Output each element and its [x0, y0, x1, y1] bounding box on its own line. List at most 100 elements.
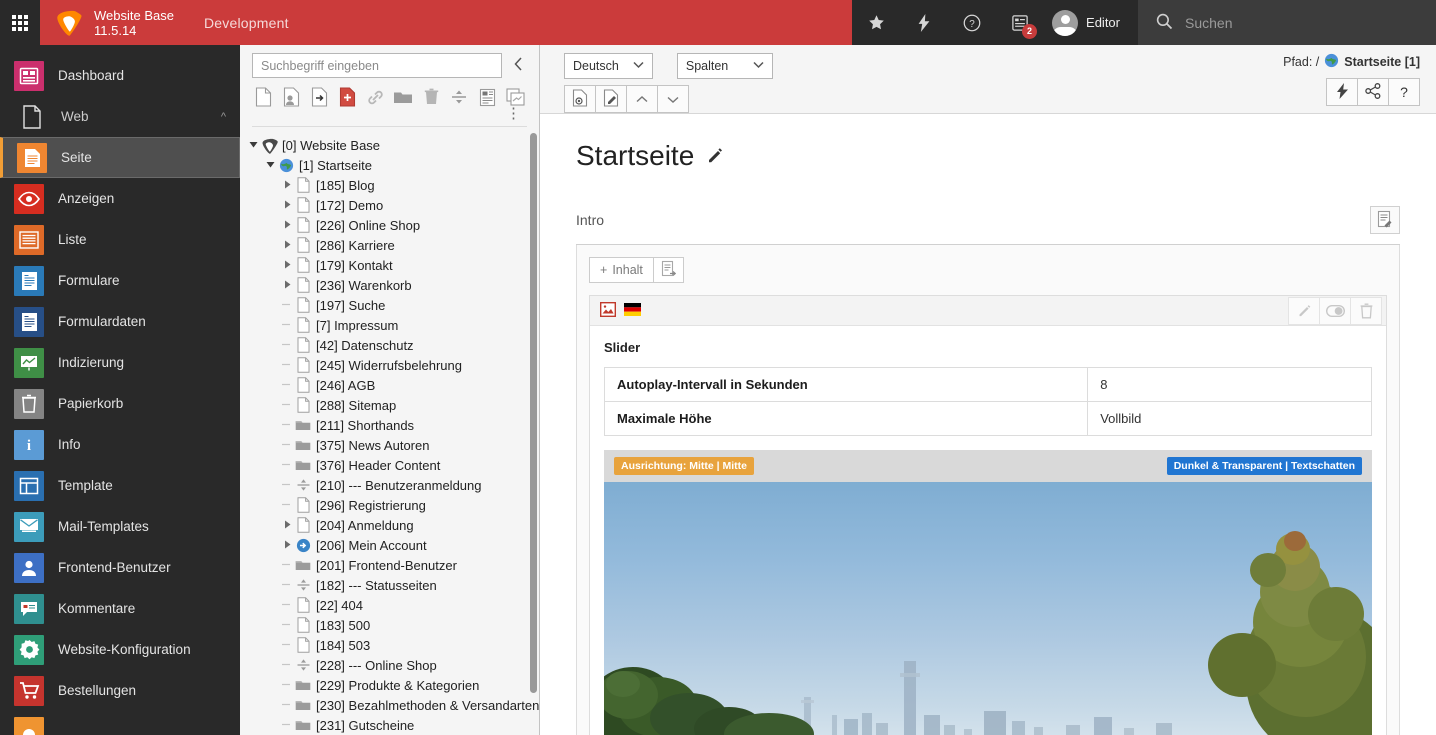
divider-icon [294, 658, 312, 672]
tree-item[interactable]: [228] --- Online Shop [240, 655, 539, 675]
tree-item[interactable]: [197] Suche [240, 295, 539, 315]
share-button[interactable] [1357, 78, 1389, 106]
site-title-block: Website Base 11.5.14 [94, 8, 174, 38]
page-tree-scrollbar[interactable] [530, 133, 537, 693]
language-select[interactable]: Deutsch [564, 53, 653, 79]
tree-item[interactable]: [211] Shorthands [240, 415, 539, 435]
module-menu-toggle-button[interactable] [0, 0, 40, 45]
tree-toggle-closed[interactable] [280, 180, 294, 191]
tree-item[interactable]: [184] 503 [240, 635, 539, 655]
page-move-icon[interactable] [308, 84, 332, 110]
tree-item[interactable]: [7] Impressum [240, 315, 539, 335]
tree-item[interactable]: [376] Header Content [240, 455, 539, 475]
edit-page-properties-button[interactable] [595, 85, 627, 113]
global-search[interactable] [1138, 0, 1436, 45]
tree-item[interactable]: [296] Registrierung [240, 495, 539, 515]
tree-item[interactable]: [206] Mein Account [240, 535, 539, 555]
tree-toggle-closed[interactable] [280, 280, 294, 291]
sidebar-group-web[interactable]: Web ^ [0, 96, 240, 137]
tree-item[interactable]: [229] Produkte & Kategorien [240, 675, 539, 695]
toggle-hidden-button[interactable] [1319, 297, 1351, 325]
global-search-input[interactable] [1185, 15, 1420, 31]
user-menu-button[interactable]: Editor [1044, 0, 1138, 45]
tree-item[interactable]: [42] Datenschutz [240, 335, 539, 355]
sidebar-item-website-konfiguration[interactable]: Website-Konfiguration [0, 629, 240, 670]
sidebar-item-mail-templates[interactable]: Mail-Templates [0, 506, 240, 547]
sidebar-item-formulardaten[interactable]: Formulardaten [0, 301, 240, 342]
sidebar-item-anzeigen[interactable]: Anzeigen [0, 178, 240, 219]
tree-item[interactable]: [226] Online Shop [240, 215, 539, 235]
sidebar-item-indizierung[interactable]: Indizierung [0, 342, 240, 383]
delete-content-button[interactable] [1350, 297, 1382, 325]
column-actions-button[interactable] [1370, 206, 1400, 234]
sidebar-item-liste[interactable]: Liste [0, 219, 240, 260]
tree-item[interactable]: [182] --- Statusseiten [240, 575, 539, 595]
link-icon[interactable] [364, 84, 388, 110]
sidebar-item-dashboard[interactable]: Dashboard [0, 55, 240, 96]
tree-item[interactable]: [210] --- Benutzeranmeldung [240, 475, 539, 495]
help-button[interactable]: ? [1388, 78, 1420, 106]
tree-item[interactable]: [375] News Autoren [240, 435, 539, 455]
collapse-tree-button[interactable] [510, 57, 527, 74]
tree-item[interactable]: [185] Blog [240, 175, 539, 195]
pencil-icon[interactable] [706, 146, 724, 167]
new-page-user-icon[interactable] [280, 84, 304, 110]
tree-toggle-open[interactable] [246, 140, 260, 151]
systeminformation-button[interactable]: 2 [996, 0, 1044, 45]
recycler-icon[interactable] [419, 84, 443, 110]
tree-item[interactable]: [0] Website Base [240, 135, 539, 155]
tree-item[interactable]: [22] 404 [240, 595, 539, 615]
tree-toggle-closed[interactable] [280, 200, 294, 211]
tree-toggle-closed[interactable] [280, 220, 294, 231]
tree-item[interactable]: [231] Gutscheine [240, 715, 539, 735]
formdata-icon [14, 307, 44, 337]
tree-item[interactable]: [179] Kontakt [240, 255, 539, 275]
bookmarks-button[interactable] [852, 0, 900, 45]
tree-item[interactable]: [286] Karriere [240, 235, 539, 255]
move-down-button[interactable] [657, 85, 689, 113]
divider-icon[interactable] [447, 84, 471, 110]
tree-item[interactable]: [1] Startseite [240, 155, 539, 175]
tree-toggle-closed[interactable] [280, 520, 294, 531]
sidebar-item-partial[interactable] [0, 711, 240, 735]
view-mode-select[interactable]: Spalten [677, 53, 773, 79]
page-icon [294, 297, 312, 313]
tree-item[interactable]: [183] 500 [240, 615, 539, 635]
sidebar-item-frontend-benutzer[interactable]: Frontend-Benutzer [0, 547, 240, 588]
view-webpage-button[interactable] [564, 85, 596, 113]
new-page-icon[interactable] [252, 84, 276, 110]
new-content-element-button[interactable]: + Inhalt [589, 257, 654, 283]
tree-item[interactable]: [172] Demo [240, 195, 539, 215]
sidebar-item-bestellungen[interactable]: Bestellungen [0, 670, 240, 711]
tree-item[interactable]: [201] Frontend-Benutzer [240, 555, 539, 575]
tree-item[interactable]: [288] Sitemap [240, 395, 539, 415]
sidebar-item-formulare[interactable]: Formulare [0, 260, 240, 301]
tree-toggle-closed[interactable] [280, 240, 294, 251]
sidebar-item-info[interactable]: i Info [0, 424, 240, 465]
tree-item[interactable]: [236] Warenkorb [240, 275, 539, 295]
svg-text:?: ? [969, 18, 975, 29]
tree-toggle-open[interactable] [263, 160, 277, 171]
sidebar-item-seite[interactable]: Seite [0, 137, 240, 178]
sidebar-item-papierkorb[interactable]: Papierkorb [0, 383, 240, 424]
clear-cache-button[interactable] [900, 0, 948, 45]
tree-toggle-closed[interactable] [280, 260, 294, 271]
tree-item[interactable]: [204] Anmeldung [240, 515, 539, 535]
page-delete-icon[interactable] [336, 84, 360, 110]
tree-item[interactable]: [245] Widerrufsbelehrung [240, 355, 539, 375]
edit-content-button[interactable] [1288, 297, 1320, 325]
tree-toggle-closed[interactable] [280, 540, 294, 551]
tree-item[interactable]: [246] AGB [240, 375, 539, 395]
paste-content-button[interactable] [654, 257, 684, 283]
sidebar-item-template[interactable]: Template [0, 465, 240, 506]
clear-cache-button[interactable] [1326, 78, 1358, 106]
move-up-button[interactable] [626, 85, 658, 113]
vertical-dots-icon[interactable]: ⋮ [252, 110, 527, 122]
folder-icon[interactable] [392, 84, 416, 110]
help-button[interactable]: ? [948, 0, 996, 45]
page-tree-search-input[interactable] [252, 53, 502, 78]
sidebar-item-kommentare[interactable]: Kommentare [0, 588, 240, 629]
form-icon [14, 266, 44, 296]
menu-page-icon[interactable] [475, 84, 499, 110]
tree-item[interactable]: [230] Bezahlmethoden & Versandarten [240, 695, 539, 715]
